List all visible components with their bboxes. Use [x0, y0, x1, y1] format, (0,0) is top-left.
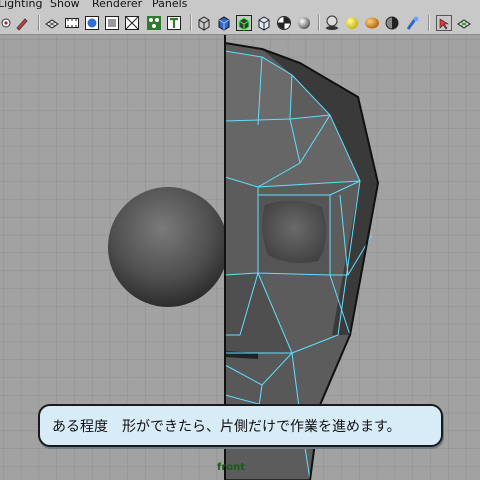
wireframe-cube-icon[interactable]	[196, 15, 212, 31]
safe-action-icon[interactable]	[146, 15, 162, 31]
wireframe-on-shaded-icon[interactable]	[236, 15, 252, 31]
toolbar-separator	[318, 15, 320, 31]
tutorial-caption-box: ある程度 形ができたら、片側だけで作業を進めます。	[38, 404, 443, 447]
menu-renderer[interactable]: Renderer	[92, 0, 142, 11]
shadows-icon[interactable]	[324, 15, 340, 31]
sphere-object[interactable]	[108, 187, 228, 307]
film-gate-icon[interactable]	[64, 15, 80, 31]
menu-bar: Lighting Show Renderer Panels	[0, 0, 480, 12]
resolution-gate-icon[interactable]	[84, 15, 100, 31]
camera-name-label: front	[216, 462, 246, 473]
select-tool-icon[interactable]	[436, 15, 452, 31]
toolbar-separator	[428, 15, 430, 31]
hardware-texture-icon[interactable]	[344, 15, 360, 31]
xray-icon[interactable]	[384, 15, 400, 31]
grid-icon[interactable]	[44, 15, 60, 31]
default-lighting-icon[interactable]	[296, 15, 312, 31]
menu-show[interactable]: Show	[50, 0, 80, 11]
panel-toolbar	[0, 12, 480, 35]
tutorial-caption-text: ある程度 形ができたら、片側だけで作業を進めます。	[52, 419, 401, 435]
camera-attributes-icon[interactable]	[456, 15, 472, 31]
toolbar-separator	[38, 15, 40, 31]
bookmark-pencil-icon[interactable]	[14, 15, 30, 31]
field-chart-icon[interactable]	[124, 15, 140, 31]
isolate-select-icon[interactable]	[404, 15, 420, 31]
safe-title-icon[interactable]	[166, 15, 182, 31]
menu-panels[interactable]: Panels	[152, 0, 187, 11]
smooth-shade-cube-icon[interactable]	[216, 15, 232, 31]
backface-icon[interactable]	[364, 15, 380, 31]
bounding-box-cube-icon[interactable]	[256, 15, 272, 31]
toolbar-separator	[190, 15, 192, 31]
gate-mask-icon[interactable]	[104, 15, 120, 31]
menu-lighting[interactable]: Lighting	[0, 0, 42, 11]
textured-checker-icon[interactable]	[276, 15, 292, 31]
